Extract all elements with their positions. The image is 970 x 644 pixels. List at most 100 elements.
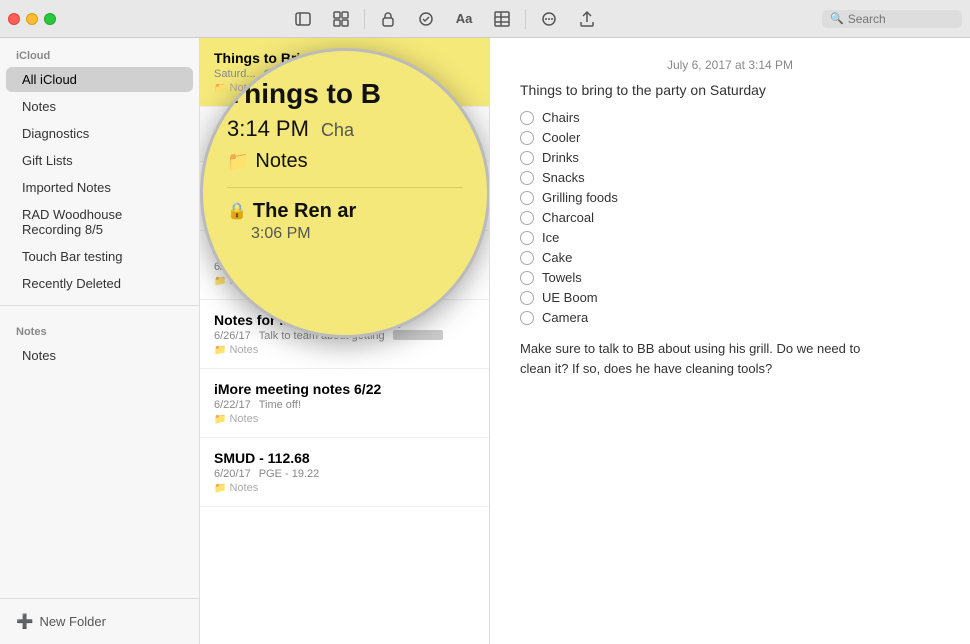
note-title: I am testing the drag of using 2 matte	[214, 243, 475, 259]
checkbox[interactable]	[520, 131, 534, 145]
checklist-item-label: Cooler	[542, 130, 580, 145]
note-preview-text: Talk to team about getting	[259, 330, 385, 342]
checklist-item: Cooler	[520, 130, 940, 145]
checkbox[interactable]	[520, 171, 534, 185]
sidebar-item-gift-lists[interactable]: Gift Lists	[6, 148, 193, 173]
sidebar-bottom: ➕ New Folder	[0, 598, 199, 644]
note-list[interactable]: Things to Bring Saturd... Cha... 📁 Notes…	[200, 38, 490, 644]
checklist-item-label: Grilling foods	[542, 190, 618, 205]
sidebar-toggle-button[interactable]	[285, 6, 321, 32]
close-button[interactable]	[8, 13, 20, 25]
checkbox[interactable]	[520, 311, 534, 325]
share-button[interactable]	[569, 6, 605, 32]
note-meta: 6/26/17 Talk to team about getting	[214, 330, 475, 342]
checkbox[interactable]	[520, 191, 534, 205]
detail-intro: Things to bring to the party on Saturday	[520, 82, 940, 98]
note-preview-text: Time off!	[259, 399, 301, 411]
checklist-item-label: Drinks	[542, 150, 579, 165]
note-preview-text: PGE - 19.22	[259, 468, 320, 480]
note-folder-label: Notes	[229, 344, 258, 356]
note-item-imore-site[interactable]: Notes for iMore site meeting 6/26/17 Tal…	[200, 300, 489, 369]
note-title: SMUD - 112.68	[214, 450, 475, 466]
sidebar-item-recently-deleted[interactable]: Recently Deleted	[6, 271, 193, 296]
note-meta: Thursday Shortest meeting ever!	[214, 192, 475, 204]
checkbox[interactable]	[520, 151, 534, 165]
note-folder-label: Notes	[229, 413, 258, 425]
sidebar-item-imported-notes[interactable]: Imported Notes	[6, 175, 193, 200]
checklist-item: Ice	[520, 230, 940, 245]
checkbox[interactable]	[520, 111, 534, 125]
checklist-item-label: Cake	[542, 250, 572, 265]
checklist-item: Snacks	[520, 170, 940, 185]
note-item-things-to-bring[interactable]: Things to Bring Saturd... Cha... 📁 Notes	[200, 38, 489, 107]
folder-icon: 📁	[214, 414, 226, 425]
lock-icon: 🔒	[214, 120, 229, 134]
note-preview-text: Shortest meeting ever!	[268, 192, 379, 204]
note-meta: 3:06 PM apt...	[214, 137, 475, 149]
note-item-imore-629[interactable]: iMore meeting notes for 6/29/17 Thursday…	[200, 162, 489, 231]
checkbox[interactable]	[520, 231, 534, 245]
note-date: 3:06 PM	[214, 137, 255, 149]
checkbox[interactable]	[520, 251, 534, 265]
note-folder: 📁 Notes	[214, 413, 475, 425]
sidebar-item-rad-woodhouse[interactable]: RAD Woodhouse Recording 8/5	[6, 202, 193, 242]
search-bar[interactable]: 🔍	[822, 10, 962, 28]
plus-icon: ➕	[16, 613, 33, 630]
search-input[interactable]	[848, 12, 954, 26]
table-button[interactable]	[484, 6, 520, 32]
sidebar-item-notes[interactable]: Notes	[6, 94, 193, 119]
checklist: Chairs Cooler Drinks Snacks Grilling foo…	[520, 110, 940, 325]
note-folder-label: Notes	[229, 206, 258, 218]
sidebar-section-icloud: iCloud	[0, 38, 199, 66]
toolbar: Aa	[68, 6, 822, 32]
sidebar-item-notes-sub[interactable]: Notes	[6, 343, 193, 368]
maximize-button[interactable]	[44, 13, 56, 25]
note-date: 6/26/17	[214, 330, 251, 342]
note-folder-label: Notes	[229, 275, 258, 287]
note-preview-text: Handwritten note	[259, 261, 342, 273]
detail-panel: July 6, 2017 at 3:14 PM Things to bring …	[490, 38, 970, 644]
detail-note-text: Make sure to talk to BB about using his …	[520, 339, 940, 378]
toolbar-separator-1	[364, 9, 365, 29]
checkbox[interactable]	[520, 271, 534, 285]
checklist-item-label: Ice	[542, 230, 559, 245]
folder-icon: 📁	[214, 483, 226, 494]
checklist-item-label: Camera	[542, 310, 588, 325]
sidebar-item-touch-bar[interactable]: Touch Bar testing	[6, 244, 193, 269]
new-folder-button[interactable]: ➕ New Folder	[12, 609, 187, 634]
checklist-button[interactable]	[408, 6, 444, 32]
traffic-lights	[8, 13, 56, 25]
note-date: Saturd...	[214, 68, 256, 80]
note-folder: 📁 Notes	[214, 275, 475, 287]
grid-view-button[interactable]	[323, 6, 359, 32]
minimize-button[interactable]	[26, 13, 38, 25]
more-button[interactable]	[531, 6, 567, 32]
note-item-the-ren[interactable]: 🔒 The Ren ar... 3:06 PM apt...	[200, 107, 489, 162]
note-title: Notes for iMore site meeting	[214, 312, 475, 328]
checkbox[interactable]	[520, 211, 534, 225]
note-meta: Saturd... Cha...	[214, 68, 475, 80]
sidebar-item-diagnostics[interactable]: Diagnostics	[6, 121, 193, 146]
note-item-drag-test[interactable]: I am testing the drag of using 2 matte 6…	[200, 231, 489, 300]
note-title: iMore meeting notes 6/22	[214, 381, 475, 397]
note-folder-label: Notes	[229, 82, 258, 94]
note-preview-short: Cha...	[264, 68, 293, 80]
note-meta: 6/26/17 Handwritten note	[214, 261, 475, 273]
sidebar-item-all-icloud[interactable]: All iCloud	[6, 67, 193, 92]
checklist-item: UE Boom	[520, 290, 940, 305]
checklist-item-label: Snacks	[542, 170, 585, 185]
checklist-item-label: Towels	[542, 270, 582, 285]
lock-button[interactable]	[370, 6, 406, 32]
font-button[interactable]: Aa	[446, 6, 482, 32]
note-folder: 📁 Notes	[214, 206, 475, 218]
checklist-item: Drinks	[520, 150, 940, 165]
note-date: 6/26/17	[214, 261, 251, 273]
note-title: The Ren ar...	[233, 119, 316, 135]
new-folder-label: New Folder	[39, 614, 105, 629]
checkbox[interactable]	[520, 291, 534, 305]
note-item-imore-622[interactable]: iMore meeting notes 6/22 6/22/17 Time of…	[200, 369, 489, 438]
title-bar: Aa 🔍	[0, 0, 970, 38]
note-date: 6/22/17	[214, 399, 251, 411]
note-item-smud[interactable]: SMUD - 112.68 6/20/17 PGE - 19.22 📁 Note…	[200, 438, 489, 507]
note-title: Things to Bring	[214, 50, 475, 66]
